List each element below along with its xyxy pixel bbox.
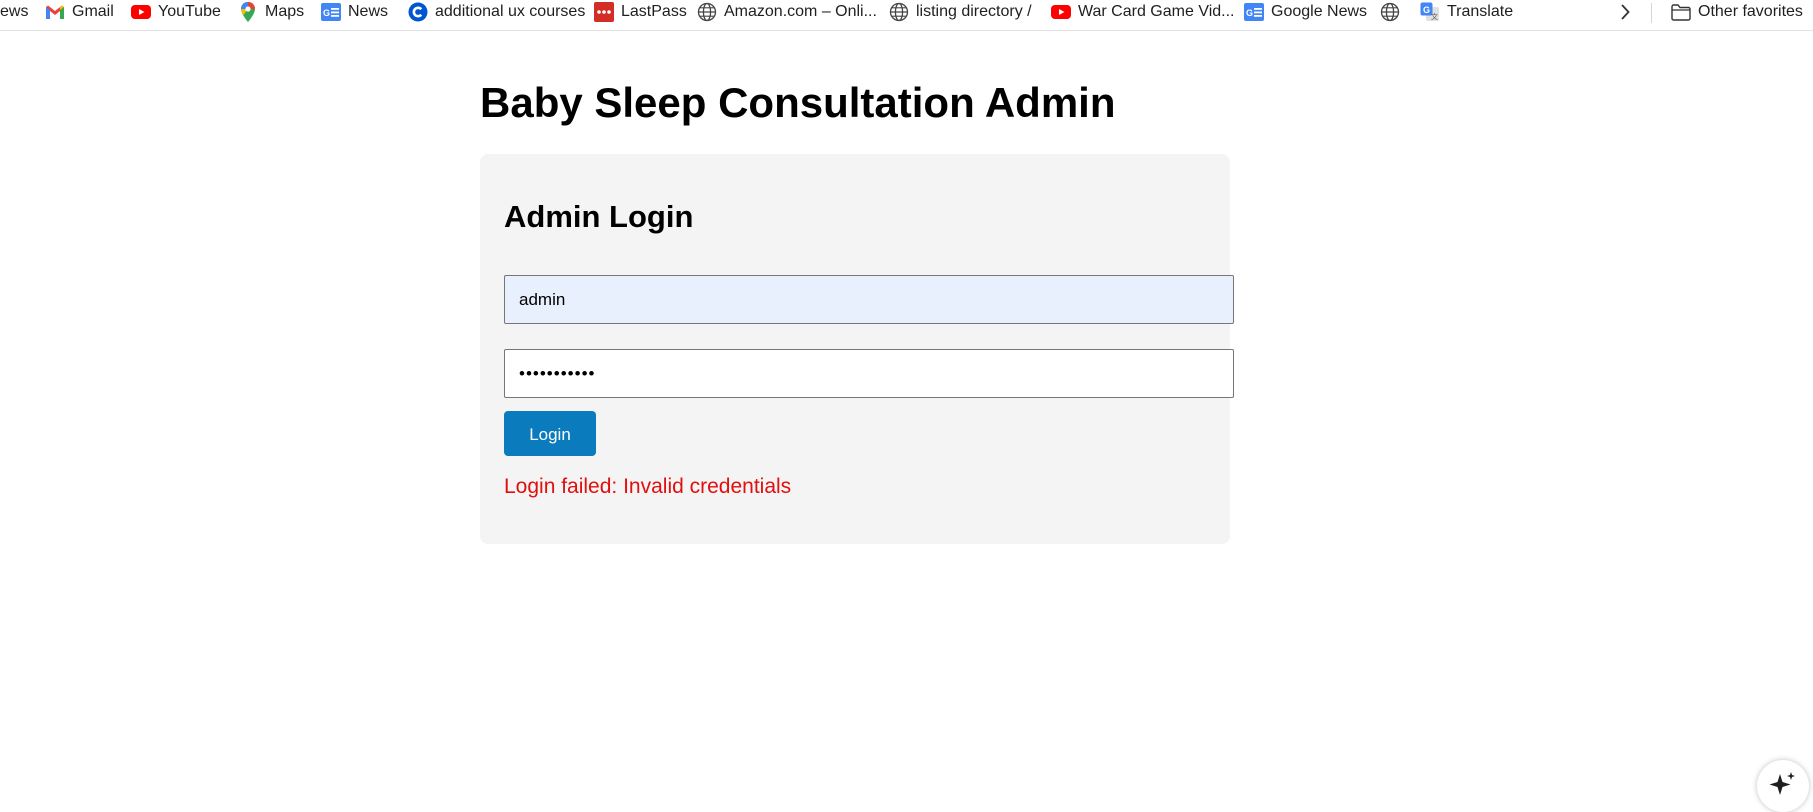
other-favorites-label: Other favorites	[1698, 3, 1803, 20]
lastpass-icon	[594, 2, 614, 22]
youtube-icon	[131, 2, 151, 22]
bookmark-additional-ux-courses[interactable]: additional ux courses	[408, 0, 585, 24]
bookmark-label: additional ux courses	[435, 3, 586, 20]
bookmark-unnamed[interactable]	[1380, 0, 1407, 24]
gmail-icon	[45, 2, 65, 22]
google-news-icon: G	[321, 2, 341, 22]
bookmark-label: Gmail	[72, 3, 114, 20]
bookmark-label: listing directory /	[916, 3, 1032, 20]
sparkle-icon	[1769, 772, 1795, 795]
svg-text:G: G	[323, 8, 330, 18]
bookmark-news[interactable]: G News	[321, 0, 388, 24]
bookmark-amazon[interactable]: Amazon.com – Onli...	[697, 0, 877, 24]
bookmark-war-card-game[interactable]: War Card Game Vid...	[1051, 0, 1235, 24]
bookmarks-separator	[1651, 3, 1652, 23]
folder-icon	[1671, 2, 1691, 22]
bookmark-maps[interactable]: Maps	[238, 0, 304, 24]
login-button[interactable]: Login	[504, 411, 596, 456]
maps-icon	[238, 2, 258, 22]
bookmark-label: LastPass	[621, 3, 687, 20]
bookmark-label: Maps	[265, 3, 305, 20]
bookmark-label: Translate	[1447, 3, 1514, 20]
username-field[interactable]	[504, 275, 1234, 324]
bookmark-google-news[interactable]: G Google News	[1244, 0, 1367, 24]
chevron-right-icon[interactable]	[1614, 1, 1636, 23]
bookmark-label: Amazon.com – Onli...	[724, 3, 877, 20]
bookmarks-bar: ews Gmail YouTube Maps G News additional…	[0, 0, 1813, 31]
password-field[interactable]	[504, 349, 1234, 398]
copilot-button[interactable]	[1757, 760, 1809, 812]
page-title: Baby Sleep Consultation Admin	[480, 79, 1116, 126]
bookmark-listing-directory[interactable]: listing directory /	[889, 0, 1032, 24]
globe-icon	[1380, 2, 1400, 22]
globe-icon	[889, 2, 909, 22]
youtube-icon	[1051, 2, 1071, 22]
svg-text:G: G	[1246, 8, 1253, 18]
bookmark-label: ews	[0, 3, 29, 20]
google-news-icon: G	[1244, 2, 1264, 22]
bookmark-label: YouTube	[158, 3, 221, 20]
svg-text:文: 文	[1431, 12, 1438, 21]
coursera-icon	[408, 2, 428, 22]
login-card: Admin Login Login Login failed: Invalid …	[480, 154, 1234, 544]
bookmark-lastpass[interactable]: LastPass	[594, 0, 687, 24]
bookmark-gmail[interactable]: Gmail	[45, 0, 114, 24]
bookmark-youtube[interactable]: YouTube	[131, 0, 221, 24]
bookmark-news-partial[interactable]: ews	[0, 0, 28, 24]
bookmark-label: War Card Game Vid...	[1078, 3, 1235, 20]
login-heading: Admin Login	[504, 199, 694, 234]
bookmark-translate[interactable]: G 文 Translate	[1420, 0, 1513, 24]
bookmark-label: Google News	[1271, 3, 1368, 20]
bookmark-label: News	[348, 3, 389, 20]
translate-icon: G 文	[1420, 2, 1440, 22]
login-error-message: Login failed: Invalid credentials	[504, 475, 792, 498]
other-favorites-folder[interactable]: Other favorites	[1671, 0, 1803, 24]
svg-text:G: G	[1423, 5, 1430, 15]
globe-icon	[697, 2, 717, 22]
